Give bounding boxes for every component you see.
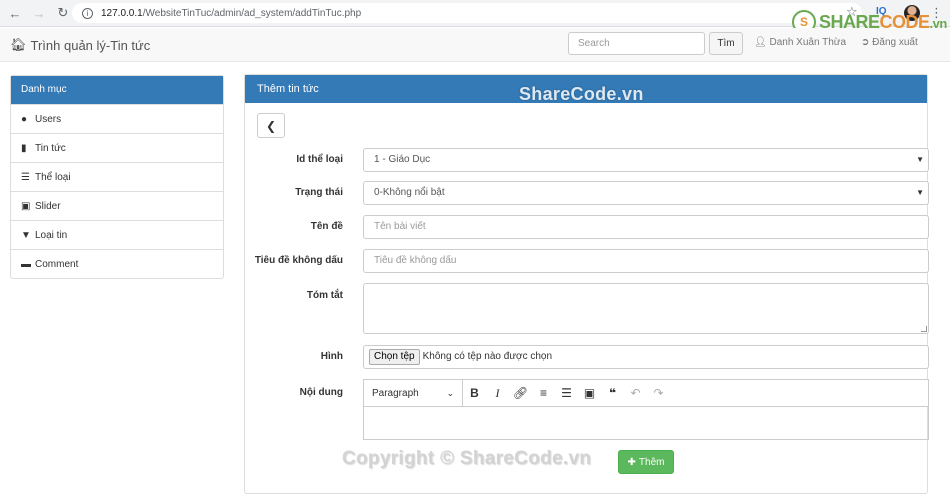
italic-icon[interactable]: I (486, 380, 509, 407)
sidebar-item-users[interactable]: ● Users (11, 104, 223, 133)
status-select[interactable]: 0-Không nổi bật ▼ (363, 181, 929, 205)
sidebar-item-label: Users (35, 113, 62, 125)
sidebar-item-news-type[interactable]: ▼ Loại tin (11, 220, 223, 249)
status-label: Trạng thái (295, 187, 343, 198)
app-brand[interactable]: 🏠︎ Trình quản lý-Tin tức (10, 37, 150, 53)
file-icon: ▮ (21, 142, 27, 154)
title-label: Tên đề (310, 221, 343, 232)
add-button-label: Thêm (638, 456, 665, 468)
slider-icon: ▣ (21, 200, 31, 212)
sidebar-item-news[interactable]: ▮ Tin tức (11, 133, 223, 162)
add-news-panel: Thêm tin tức ❮ Id thể loại 1 - Giáo Dục … (244, 74, 929, 494)
summary-label: Tóm tắt (306, 290, 343, 301)
undo-icon[interactable]: ↶ (624, 380, 647, 407)
logout-icon: ➲ (861, 37, 870, 48)
back-button[interactable]: ❮ (257, 113, 285, 138)
address-bar[interactable]: i 127.0.0.1/WebsiteTinTuc/admin/ad_syste… (72, 3, 862, 23)
chevron-down-icon: ⌄ (446, 387, 454, 398)
sidebar-item-label: Slider (35, 200, 61, 212)
sidebar-item-label: Tin tức (35, 142, 66, 154)
user-name: Danh Xuân Thừa (769, 37, 847, 48)
image-icon[interactable]: ▣ (578, 380, 601, 407)
url-host: 127.0.0.1 (101, 7, 143, 19)
plus-icon: ✚ (627, 456, 636, 468)
link-icon[interactable]: 🔗︎ (509, 380, 532, 407)
sidebar-item-comment[interactable]: ▬ Comment (11, 249, 223, 278)
file-status: Không có tệp nào được chọn (422, 351, 553, 362)
logout-link[interactable]: ➲ Đăng xuất (861, 37, 918, 48)
image-label: Hình (320, 351, 343, 362)
brand-title: Trình quản lý-Tin tức (30, 37, 151, 53)
status-value: 0-Không nổi bật (374, 187, 445, 198)
editor-toolbar: Paragraph ⌄ B I 🔗︎ ≡ ☰ ▣ ❝ ↶ ↷ (364, 379, 928, 407)
chevron-left-icon: ❮ (265, 118, 277, 133)
reload-icon[interactable]: ↻ (54, 4, 72, 22)
user-link[interactable]: 👤︎ Danh Xuân Thừa (754, 37, 846, 48)
sidebar-item-categories[interactable]: ☰ Thể loại (11, 162, 223, 191)
bulleted-list-icon[interactable]: ≡ (532, 380, 555, 407)
numbered-list-icon[interactable]: ☰ (555, 380, 578, 407)
content-label: Nội dung (299, 387, 343, 398)
choose-file-button[interactable]: Chọn tệp (369, 349, 420, 365)
category-select[interactable]: 1 - Giáo Dục ▼ (363, 148, 929, 172)
logout-label: Đăng xuất (872, 37, 918, 48)
content-editor: Paragraph ⌄ B I 🔗︎ ≡ ☰ ▣ ❝ ↶ ↷ (363, 379, 929, 440)
app-navbar: 🏠︎ Trình quản lý-Tin tức Search Tìm 👤︎ D… (0, 28, 950, 62)
resize-grip-icon[interactable] (921, 326, 927, 332)
home-icon: 🏠︎ (10, 37, 27, 52)
sidebar-item-label: Thể loại (35, 171, 71, 183)
blockquote-icon[interactable]: ❝ (601, 380, 624, 407)
title-input[interactable]: Tên bài viết (363, 215, 929, 239)
category-label: Id thể loại (296, 154, 343, 165)
editor-content-area[interactable] (364, 407, 928, 439)
user-icon: ● (21, 113, 28, 125)
forward-arrow-icon[interactable]: → (30, 4, 48, 22)
sidebar-title: Danh mục (11, 76, 223, 104)
bold-icon[interactable]: B (463, 380, 486, 407)
image-file-input[interactable]: Chọn tệp Không có tệp nào được chọn (363, 345, 929, 369)
watermark-top: ShareCode.vn (519, 84, 644, 104)
add-news-button[interactable]: ✚ Thêm (618, 450, 674, 474)
caret-down-icon: ▼ (916, 155, 924, 164)
caret-down-icon: ▼ (916, 188, 924, 197)
info-icon[interactable]: i (82, 7, 93, 19)
sidebar-item-label: Loại tin (35, 229, 68, 241)
search-button[interactable]: Tìm (709, 32, 743, 55)
paragraph-format-value: Paragraph (372, 387, 419, 399)
sidebar-item-slider[interactable]: ▣ Slider (11, 191, 223, 220)
slug-label: Tiêu đề không dấu (254, 255, 343, 266)
category-value: 1 - Giáo Dục (374, 154, 431, 165)
user-icon: 👤︎ (754, 37, 767, 48)
summary-textarea[interactable] (363, 283, 929, 334)
watermark-bottom: Copyright © ShareCode.vn (342, 448, 592, 469)
sidebar-item-label: Comment (35, 258, 79, 270)
back-arrow-icon[interactable]: ← (6, 4, 24, 22)
comment-icon: ▬ (21, 258, 31, 270)
url-path: /WebsiteTinTuc/admin/ad_system/addTinTuc… (142, 7, 362, 19)
filter-icon: ▼ (21, 229, 31, 241)
paragraph-format-select[interactable]: Paragraph ⌄ (364, 379, 463, 407)
list-icon: ☰ (21, 171, 30, 183)
redo-icon[interactable]: ↷ (647, 380, 670, 407)
sidebar: Danh mục ● Users ▮ Tin tức ☰ Thể loại ▣ … (10, 75, 224, 279)
slug-input[interactable]: Tiêu đề không dấu (363, 249, 929, 273)
search-input[interactable]: Search (568, 32, 705, 55)
